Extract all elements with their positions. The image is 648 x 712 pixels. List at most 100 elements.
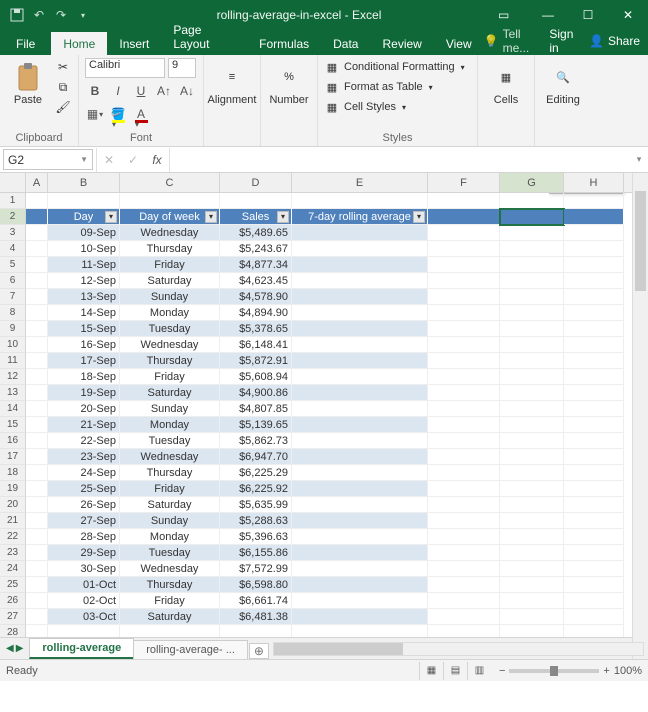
row-header[interactable]: 11 (0, 353, 26, 369)
cell[interactable] (564, 545, 624, 561)
cell[interactable]: $5,243.67 (220, 241, 292, 257)
cell[interactable] (48, 625, 120, 637)
cell[interactable]: 09-Sep (48, 225, 120, 241)
cell[interactable] (428, 545, 500, 561)
cell[interactable] (500, 353, 564, 369)
number-button[interactable]: % Number (267, 58, 311, 106)
row-header[interactable]: 4 (0, 241, 26, 257)
cell-styles-button[interactable]: ▦Cell Styles▾ (324, 98, 465, 116)
cell[interactable]: Wednesday (120, 449, 220, 465)
column-header[interactable]: B (48, 173, 120, 192)
cell[interactable] (564, 225, 624, 241)
border-button[interactable]: ▦ (85, 104, 105, 124)
cell[interactable] (428, 529, 500, 545)
cell[interactable] (48, 193, 120, 209)
cell[interactable] (292, 289, 428, 305)
cell[interactable]: 12-Sep (48, 273, 120, 289)
filter-dropdown-icon[interactable]: ▾ (205, 211, 217, 223)
cell[interactable] (564, 353, 624, 369)
increase-font-icon[interactable]: A↑ (154, 81, 174, 101)
cell[interactable] (564, 625, 624, 637)
name-box[interactable]: G2▼ (3, 149, 93, 170)
row-header[interactable]: 26 (0, 593, 26, 609)
cell[interactable] (292, 257, 428, 273)
cell[interactable] (26, 385, 48, 401)
cell[interactable]: Thursday (120, 465, 220, 481)
cell[interactable]: $5,862.73 (220, 433, 292, 449)
cell[interactable] (26, 289, 48, 305)
cell[interactable]: Sales▾ (220, 209, 292, 225)
cell[interactable]: Friday (120, 369, 220, 385)
cell[interactable]: Tuesday (120, 545, 220, 561)
cell[interactable]: $4,894.90 (220, 305, 292, 321)
row-header[interactable]: 28 (0, 625, 26, 637)
row-header[interactable]: 8 (0, 305, 26, 321)
alignment-button[interactable]: ≡ Alignment (210, 58, 254, 106)
cell[interactable] (428, 577, 500, 593)
tab-data[interactable]: Data (321, 32, 370, 55)
cell[interactable] (26, 417, 48, 433)
cell[interactable] (292, 321, 428, 337)
column-header[interactable]: A (26, 173, 48, 192)
cell[interactable] (26, 545, 48, 561)
cell[interactable]: 30-Sep (48, 561, 120, 577)
tab-home[interactable]: Home (51, 32, 107, 55)
cell[interactable] (26, 209, 48, 225)
qat-customize-icon[interactable]: ▾ (74, 6, 92, 24)
cell[interactable]: 21-Sep (48, 417, 120, 433)
cell[interactable] (500, 481, 564, 497)
cell[interactable]: $5,635.99 (220, 497, 292, 513)
cell[interactable] (292, 305, 428, 321)
cell[interactable]: $4,623.45 (220, 273, 292, 289)
cell[interactable] (564, 561, 624, 577)
row-header[interactable]: 14 (0, 401, 26, 417)
sheet-tab-active[interactable]: rolling-average (29, 638, 134, 659)
cell[interactable] (428, 209, 500, 225)
cell[interactable]: Day▾ (48, 209, 120, 225)
cell[interactable]: Saturday (120, 273, 220, 289)
row-header[interactable]: 19 (0, 481, 26, 497)
cell[interactable] (500, 513, 564, 529)
enter-formula-icon[interactable]: ✓ (121, 148, 145, 172)
cell[interactable] (428, 305, 500, 321)
cell[interactable] (292, 241, 428, 257)
cell[interactable]: 20-Sep (48, 401, 120, 417)
editing-button[interactable]: 🔍 Editing (541, 58, 585, 106)
cell[interactable]: $6,947.70 (220, 449, 292, 465)
column-header[interactable]: E (292, 173, 428, 192)
paste-button[interactable]: Paste (6, 58, 50, 106)
bold-button[interactable]: B (85, 81, 105, 101)
filter-dropdown-icon[interactable]: ▾ (105, 211, 117, 223)
cell[interactable] (26, 625, 48, 637)
cell[interactable] (564, 337, 624, 353)
filter-dropdown-icon[interactable]: ▾ (277, 211, 289, 223)
cell[interactable] (428, 561, 500, 577)
cell[interactable] (564, 385, 624, 401)
cell[interactable] (26, 305, 48, 321)
cell[interactable]: Day of week▾ (120, 209, 220, 225)
cell[interactable] (500, 449, 564, 465)
cell[interactable] (500, 609, 564, 625)
cell[interactable]: 24-Sep (48, 465, 120, 481)
cell[interactable]: $6,148.41 (220, 337, 292, 353)
cell[interactable]: 19-Sep (48, 385, 120, 401)
cell[interactable]: Sunday (120, 401, 220, 417)
copy-icon[interactable]: ⧉ (54, 78, 72, 96)
row-header[interactable]: 20 (0, 497, 26, 513)
cell[interactable]: 15-Sep (48, 321, 120, 337)
cell[interactable] (500, 529, 564, 545)
cell[interactable]: Friday (120, 593, 220, 609)
cell[interactable]: $6,661.74 (220, 593, 292, 609)
row-header[interactable]: 5 (0, 257, 26, 273)
cell[interactable] (428, 273, 500, 289)
cell[interactable]: Saturday (120, 497, 220, 513)
cell[interactable]: $7,572.99 (220, 561, 292, 577)
cell[interactable]: $4,877.34 (220, 257, 292, 273)
tell-me[interactable]: 💡Tell me... (484, 27, 542, 55)
cell[interactable] (564, 289, 624, 305)
formula-input[interactable] (170, 149, 630, 170)
fx-icon[interactable]: fx (145, 148, 169, 172)
row-header[interactable]: 10 (0, 337, 26, 353)
cell[interactable]: 11-Sep (48, 257, 120, 273)
cell[interactable]: Monday (120, 417, 220, 433)
